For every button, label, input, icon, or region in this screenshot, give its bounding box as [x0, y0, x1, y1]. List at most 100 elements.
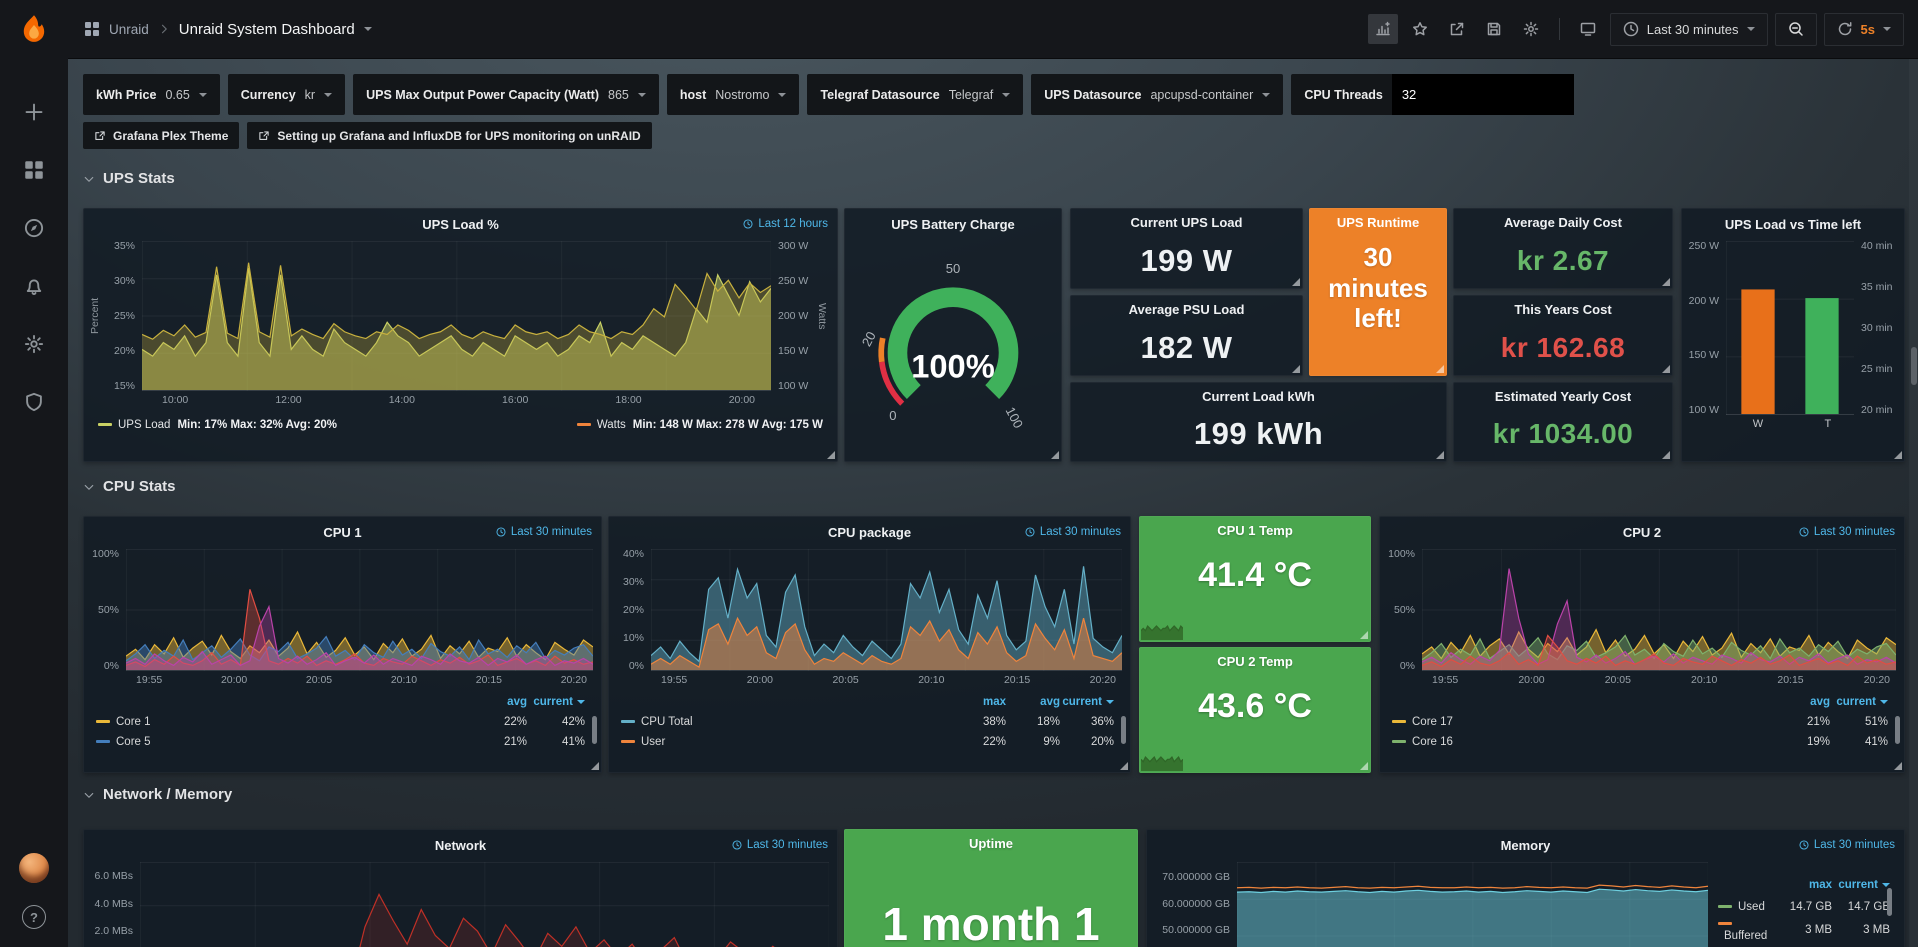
cpu-threads-input[interactable] [1392, 74, 1574, 115]
panel-header[interactable]: UPS Runtime [1310, 209, 1446, 236]
panel-header[interactable]: Current UPS Load [1071, 209, 1302, 236]
series-color-swatch [1718, 905, 1732, 908]
panel-header[interactable]: UPS Load % Last 12 hours [84, 209, 837, 239]
stat-value: kr 1034.00 [1454, 410, 1672, 458]
help-button[interactable]: ? [22, 905, 46, 929]
scrollbar-thumb[interactable] [1911, 347, 1917, 385]
save-button[interactable] [1479, 14, 1509, 44]
panel-title: UPS Load vs Time left [1725, 217, 1861, 232]
link-ups-monitoring-guide[interactable]: Setting up Grafana and InfluxDB for UPS … [247, 122, 651, 149]
legend-row[interactable]: Used14.7 GB14.7 GB [1718, 896, 1890, 918]
memory-chart[interactable] [1237, 862, 1708, 947]
variable-telegraf-datasource[interactable]: Telegraf DatasourceTelegraf [807, 74, 1023, 115]
cpu2-chart[interactable] [1422, 549, 1896, 671]
legend-scrollbar[interactable] [592, 716, 597, 744]
x-axis: 19:5520:0020:0520:1020:1520:20 [1380, 674, 1904, 686]
link-grafana-plex-theme[interactable]: Grafana Plex Theme [83, 122, 239, 149]
panel-header[interactable]: Memory Last 30 minutes [1147, 830, 1904, 860]
legend-row[interactable]: Core 521%41% [96, 732, 585, 752]
legend-table: avgcurrent Core 122%42% Core 521%41% [84, 692, 601, 752]
bar-chart[interactable] [1726, 241, 1854, 415]
panel-title: UPS Battery Charge [891, 217, 1015, 232]
legend-row[interactable]: Core 1721%51% [1392, 712, 1888, 732]
panel-header[interactable]: Estimated Yearly Cost [1454, 383, 1672, 410]
panel-header[interactable]: CPU package Last 30 minutes [609, 517, 1130, 547]
network-chart[interactable] [140, 862, 829, 947]
time-range-badge[interactable]: Last 30 minutes [1799, 517, 1895, 547]
legend-header[interactable]: avg [469, 696, 527, 708]
legend-row[interactable]: User22%9%20% [621, 732, 1114, 752]
legend-scrollbar[interactable] [1121, 716, 1126, 744]
legend-header[interactable]: avg [1006, 696, 1060, 708]
dashboard-settings-button[interactable] [1516, 14, 1546, 44]
grafana-logo[interactable] [14, 10, 54, 50]
dashboard-title[interactable]: Unraid System Dashboard [179, 21, 355, 38]
panel-header[interactable]: This Years Cost [1454, 296, 1672, 323]
legend-header[interactable]: max [1770, 879, 1832, 891]
panel-title: CPU 2 [1623, 525, 1661, 540]
battery-gauge[interactable]: 0 20 50 100 100% [845, 239, 1061, 457]
panel-title: CPU 1 Temp [1217, 523, 1293, 538]
legend-row[interactable]: Buffered3 MB3 MB [1718, 918, 1890, 940]
ups-load-chart[interactable] [142, 241, 771, 391]
share-button[interactable] [1442, 14, 1472, 44]
legend-header[interactable]: avg [1772, 696, 1830, 708]
variable-ups-max-output[interactable]: UPS Max Output Power Capacity (Watt)865 [353, 74, 659, 115]
legend-header[interactable]: current [527, 696, 585, 708]
legend-item[interactable]: WattsMin: 148 W Max: 278 W Avg: 175 W [577, 419, 823, 431]
panel-header[interactable]: CPU 1 Temp [1140, 517, 1370, 544]
create-button[interactable] [16, 98, 52, 126]
panel-header[interactable]: Network Last 30 minutes [84, 830, 837, 860]
add-panel-button[interactable] [1368, 14, 1398, 44]
star-button[interactable] [1405, 14, 1435, 44]
panel-header[interactable]: CPU 2 Last 30 minutes [1380, 517, 1904, 547]
configuration-button[interactable] [16, 330, 52, 358]
tv-mode-button[interactable] [1573, 14, 1603, 44]
refresh-button[interactable]: 5s [1824, 13, 1904, 46]
dashboards-button[interactable] [16, 156, 52, 184]
breadcrumb-folder[interactable]: Unraid [109, 22, 149, 37]
panel-header[interactable]: Average Daily Cost [1454, 209, 1672, 236]
legend-header[interactable]: current [1060, 696, 1114, 708]
title-caret-icon[interactable] [364, 27, 372, 31]
time-range-badge[interactable]: Last 30 minutes [1799, 830, 1895, 860]
panel-header[interactable]: CPU 1 Last 30 minutes [84, 517, 601, 547]
row-header-cpu-stats[interactable]: CPU Stats [83, 478, 176, 495]
explore-button[interactable] [16, 214, 52, 242]
legend-header[interactable]: current [1830, 696, 1888, 708]
legend-row[interactable]: Core 1619%41% [1392, 732, 1888, 752]
legend-row[interactable]: CPU Total38%18%36% [621, 712, 1114, 732]
variable-currency[interactable]: Currencykr [228, 74, 345, 115]
cpu1-chart[interactable] [126, 549, 593, 671]
user-avatar[interactable] [19, 853, 49, 883]
variable-ups-datasource[interactable]: UPS Datasourceapcupsd-container [1031, 74, 1283, 115]
time-range-badge[interactable]: Last 12 hours [743, 209, 828, 239]
row-header-network-memory[interactable]: Network / Memory [83, 786, 232, 803]
legend-row[interactable]: Core 122%42% [96, 712, 585, 732]
y-axis-left: 100%50%0% [88, 549, 126, 671]
panel-header[interactable]: CPU 2 Temp [1140, 648, 1370, 675]
panel-header[interactable]: Average PSU Load [1071, 296, 1302, 323]
time-range-badge[interactable]: Last 30 minutes [496, 517, 592, 547]
legend-item[interactable]: UPS LoadMin: 17% Max: 32% Avg: 20% [98, 419, 337, 431]
variable-host[interactable]: hostNostromo [667, 74, 800, 115]
zoom-out-button[interactable] [1775, 13, 1817, 46]
row-header-ups-stats[interactable]: UPS Stats [83, 170, 175, 187]
page-scrollbar[interactable] [1909, 59, 1918, 947]
legend-header[interactable]: current [1832, 879, 1890, 891]
variable-kwh-price[interactable]: kWh Price0.65 [83, 74, 220, 115]
time-range-badge[interactable]: Last 30 minutes [1025, 517, 1121, 547]
panel-header[interactable]: Uptime [845, 830, 1137, 857]
time-picker-button[interactable]: Last 30 minutes [1610, 13, 1768, 46]
panel-header[interactable]: UPS Battery Charge [845, 209, 1061, 239]
time-range-badge[interactable]: Last 30 minutes [732, 830, 828, 860]
panel-header[interactable]: Current Load kWh [1071, 383, 1446, 410]
panel-header[interactable]: UPS Load vs Time left [1682, 209, 1904, 239]
legend-header[interactable]: max [952, 696, 1006, 708]
legend: UPS LoadMin: 17% Max: 32% Avg: 20% Watts… [84, 406, 837, 431]
server-admin-button[interactable] [16, 388, 52, 416]
legend-scrollbar[interactable] [1895, 716, 1900, 744]
cpu-package-chart[interactable] [651, 549, 1122, 671]
alerting-button[interactable] [16, 272, 52, 300]
legend-scrollbar[interactable] [1887, 888, 1892, 916]
